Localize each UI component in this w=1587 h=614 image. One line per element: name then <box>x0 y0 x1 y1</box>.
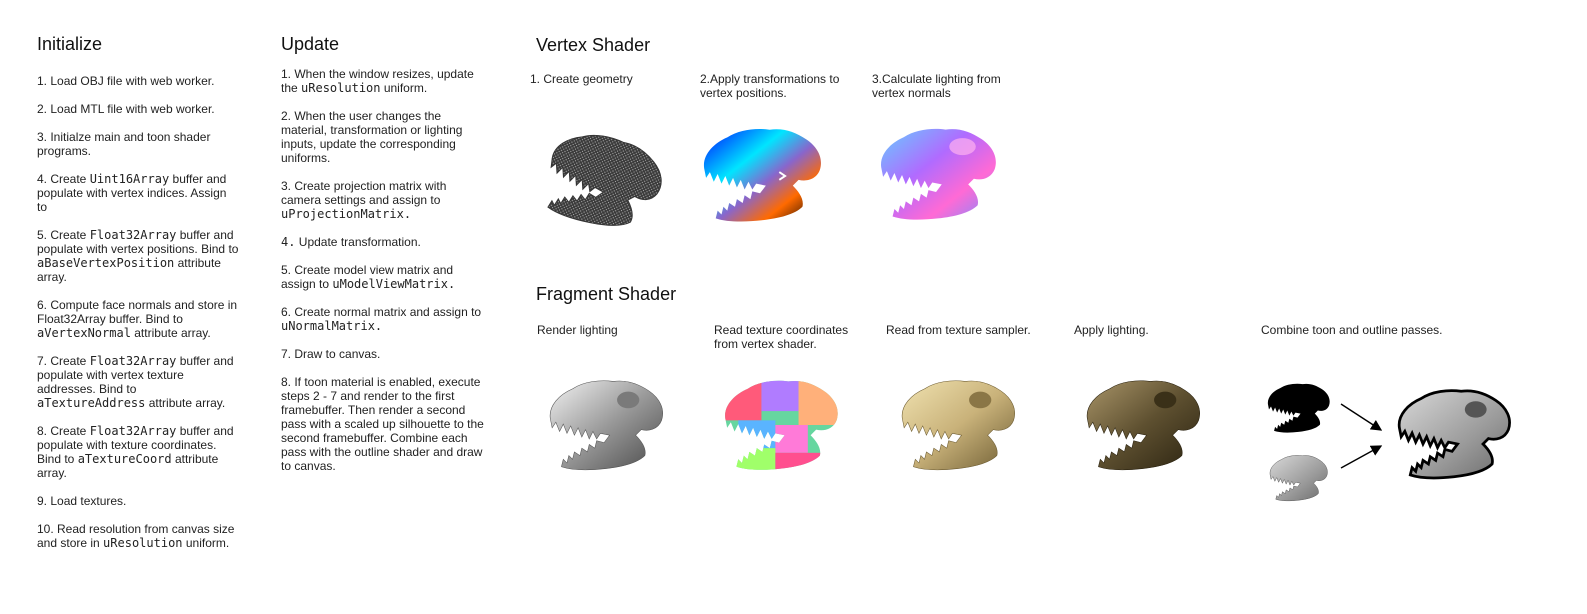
update-steps: 1. When the window resizes, update the u… <box>281 67 486 487</box>
step-text: 9. Load textures. <box>37 494 127 508</box>
step-text: uniform. <box>380 81 428 95</box>
skull-silhouette-image <box>1267 383 1330 433</box>
step-text: 6. Create normal matrix and assign to <box>281 305 482 319</box>
identifier-text: aTextureAddress <box>37 396 146 410</box>
step-text: 4. Create <box>37 172 90 186</box>
update-step-5: 5. Create model view matrix and assign t… <box>281 263 486 291</box>
init-step-7: 7. Create Float32Array buffer and popula… <box>37 354 239 410</box>
step-text: 8. If toon material is enabled, execute … <box>281 375 484 473</box>
skull-final-lit-image <box>1086 380 1201 471</box>
skull-wireframe-image <box>542 121 662 242</box>
update-step-8: 8. If toon material is enabled, execute … <box>281 375 486 473</box>
arrow-icon <box>1340 403 1383 469</box>
vertex-shader-heading: Vertex Shader <box>536 35 651 55</box>
identifier-text: Uint16Array <box>89 172 170 186</box>
identifier-text: uResolution <box>103 536 183 550</box>
step-text: 1. Load OBJ file with web worker. <box>37 74 215 88</box>
skull-lit-image <box>549 380 664 471</box>
vertex-caption-geometry: 1. Create geometry <box>530 72 633 86</box>
identifier-text: uNormalMatrix. <box>281 319 383 333</box>
skull-texcoords-image <box>725 380 838 470</box>
skull-normals-image <box>881 128 996 220</box>
identifier-text: uProjectionMatrix. <box>281 207 412 221</box>
fragment-caption-combine: Combine toon and outline passes. <box>1261 323 1443 337</box>
fragment-caption-sampler: Read from texture sampler. <box>886 323 1031 337</box>
fragment-caption-apply-lighting: Apply lighting. <box>1074 323 1149 337</box>
skull-transformed-image <box>703 129 821 222</box>
init-step-4: 4. Create Uint16Array buffer and populat… <box>37 172 239 214</box>
step-text: 5. Create <box>37 228 90 242</box>
skull-toon-final-image <box>1397 389 1511 480</box>
initialize-steps: 1. Load OBJ file with web worker. 2. Load… <box>37 74 239 564</box>
update-step-3: 3. Create projection matrix with camera … <box>281 179 486 221</box>
vertex-caption-normals: 3.Calculate lighting from vertex normals <box>872 72 1001 100</box>
init-step-1: 1. Load OBJ file with web worker. <box>37 74 239 88</box>
step-text: uniform. <box>182 536 230 550</box>
step-text: 3. Initialze main and toon shader progra… <box>37 130 211 158</box>
identifier-text: aTextureCoord <box>77 452 172 466</box>
step-text: 7. Create <box>37 354 90 368</box>
fragment-shader-heading: Fragment Shader <box>536 284 677 304</box>
step-text: 7. Draw to canvas. <box>281 347 381 361</box>
update-step-2: 2. When the user changes the material, t… <box>281 109 486 165</box>
identifier-text: 4. <box>281 235 296 249</box>
step-text: attribute array. <box>130 326 211 340</box>
update-step-4: 4. Update transformation. <box>281 235 486 249</box>
identifier-text: aBaseVertexPosition <box>37 256 175 270</box>
init-step-5: 5. Create Float32Array buffer and popula… <box>37 228 239 284</box>
identifier-text: Float32Array <box>89 354 177 368</box>
identifier-text: Float32Array <box>89 228 177 242</box>
step-text: 3. Create projection matrix with camera … <box>281 179 447 207</box>
skull-textured-image <box>901 380 1016 471</box>
init-step-2: 2. Load MTL file with web worker. <box>37 102 239 116</box>
step-text: attribute array. <box>145 396 226 410</box>
step-text: 2. When the user changes the material, t… <box>281 109 463 165</box>
init-step-6: 6. Compute face normals and store in Flo… <box>37 298 239 340</box>
step-text: 6. Compute face normals and store in Flo… <box>37 298 238 326</box>
initialize-heading: Initialize <box>37 34 103 54</box>
identifier-text: uResolution <box>301 81 381 95</box>
step-text: 8. Create <box>37 424 90 438</box>
identifier-text: aVertexNormal <box>37 326 131 340</box>
init-step-10: 10. Read resolution from canvas size and… <box>37 522 239 550</box>
vertex-caption-transform: 2.Apply transformations to vertex positi… <box>700 72 840 100</box>
fragment-caption-lighting: Render lighting <box>537 323 618 337</box>
identifier-text: Float32Array <box>89 424 177 438</box>
update-heading: Update <box>281 34 340 54</box>
fragment-caption-texcoords: Read texture coordinates from vertex sha… <box>714 323 849 351</box>
step-text: 2. Load MTL file with web worker. <box>37 102 215 116</box>
update-step-1: 1. When the window resizes, update the u… <box>281 67 486 95</box>
init-step-8: 8. Create Float32Array buffer and popula… <box>37 424 239 480</box>
identifier-text: uModelViewMatrix. <box>332 277 456 291</box>
update-step-6: 6. Create normal matrix and assign to uN… <box>281 305 486 333</box>
skull-toon-small-image <box>1269 455 1328 502</box>
init-step-3: 3. Initialze main and toon shader progra… <box>37 130 239 158</box>
init-step-9: 9. Load textures. <box>37 494 239 508</box>
step-text: Update transformation. <box>295 235 421 249</box>
update-step-7: 7. Draw to canvas. <box>281 347 486 361</box>
